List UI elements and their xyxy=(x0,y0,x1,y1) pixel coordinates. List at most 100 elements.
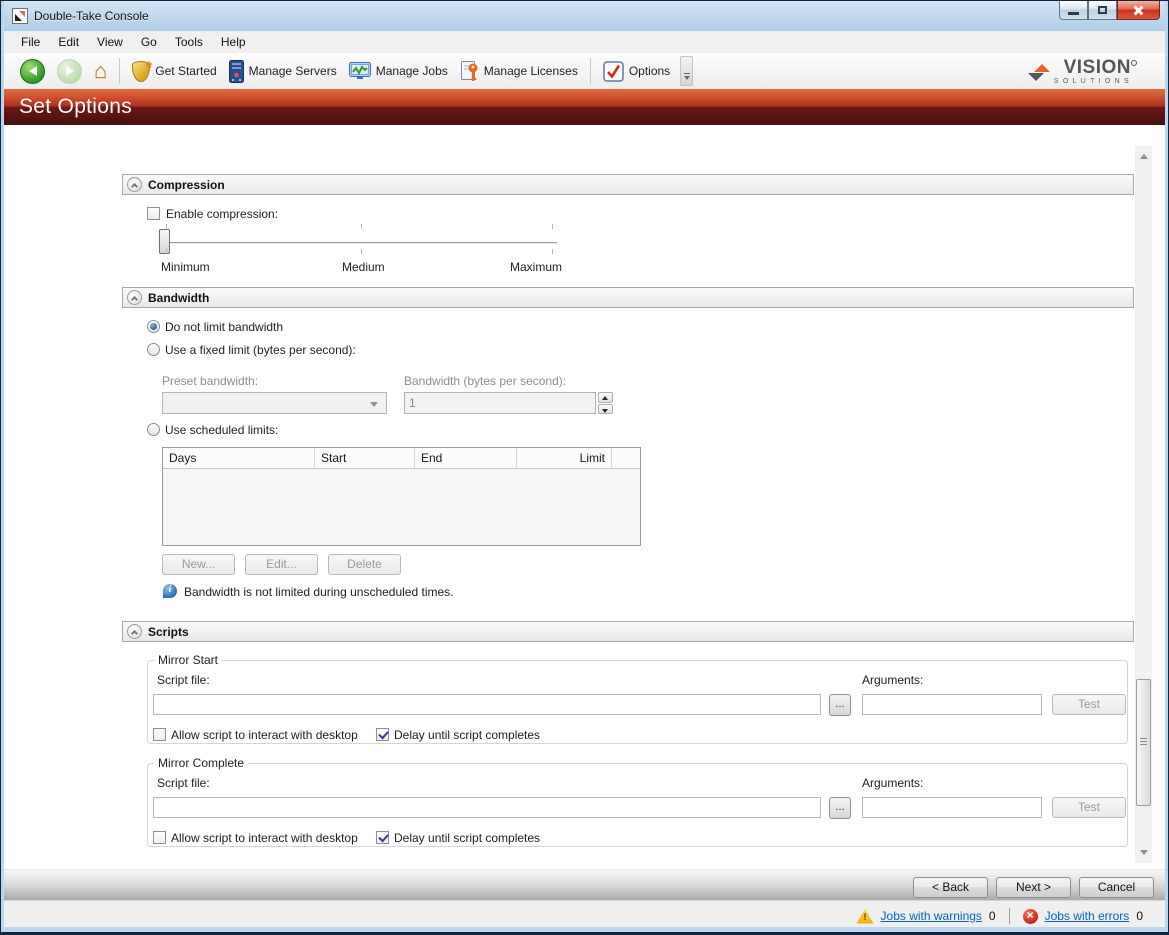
cancel-wizard-button[interactable]: Cancel xyxy=(1079,877,1154,898)
chevron-up-icon xyxy=(131,295,138,302)
toolbar-separator xyxy=(590,58,591,84)
get-started-button[interactable]: Get Started xyxy=(126,58,222,85)
menu-bar: File Edit View Go Tools Help xyxy=(4,31,1165,53)
next-wizard-button[interactable]: Next > xyxy=(996,877,1071,898)
home-icon: ⌂ xyxy=(94,60,107,82)
manage-licenses-button[interactable]: Manage Licenses xyxy=(454,57,584,86)
test-button[interactable]: Test xyxy=(1052,797,1126,818)
new-button[interactable]: New... xyxy=(162,554,235,575)
menu-go[interactable]: Go xyxy=(132,32,166,52)
allow-interact-label: Allow script to interact with desktop xyxy=(171,831,358,845)
mirror-complete-title: Mirror Complete xyxy=(154,756,248,770)
allow-interact-checkbox[interactable] xyxy=(153,831,166,844)
allow-interact-label: Allow script to interact with desktop xyxy=(171,728,358,742)
toolbar-separator xyxy=(119,58,120,84)
do-not-limit-radio[interactable] xyxy=(147,320,160,333)
enable-compression-label: Enable compression: xyxy=(166,207,278,221)
window-bottom-edge xyxy=(1,932,1168,934)
arguments-input[interactable] xyxy=(862,797,1042,818)
menu-tools[interactable]: Tools xyxy=(166,32,212,52)
collapse-bandwidth-button[interactable] xyxy=(127,290,142,305)
server-icon xyxy=(229,60,244,83)
vision-solutions-logo: VISION SOLUTIONS xyxy=(1028,59,1137,85)
allow-interact-checkbox[interactable] xyxy=(153,728,166,741)
column-end[interactable]: End xyxy=(415,448,517,468)
spin-up-icon[interactable] xyxy=(598,392,613,403)
test-button[interactable]: Test xyxy=(1052,694,1126,715)
menu-help[interactable]: Help xyxy=(212,32,255,52)
menu-view[interactable]: View xyxy=(88,32,132,52)
compression-slider-thumb[interactable] xyxy=(159,229,170,254)
column-start[interactable]: Start xyxy=(315,448,415,468)
title-bar[interactable]: Double-Take Console xyxy=(4,1,1165,31)
enable-compression-checkbox[interactable] xyxy=(147,207,160,220)
arguments-label: Arguments: xyxy=(862,673,923,687)
mirror-start-group: Mirror Start Script file: ... Arguments:… xyxy=(147,653,1128,744)
page-title: Set Options xyxy=(19,95,132,119)
slider-tick xyxy=(166,224,167,229)
home-button[interactable]: ⌂ xyxy=(88,57,113,85)
scrollbar-thumb[interactable] xyxy=(1136,679,1151,806)
browse-button[interactable]: ... xyxy=(829,797,851,819)
license-icon xyxy=(460,60,479,83)
scheduled-limits-table[interactable]: Days Start End Limit xyxy=(162,447,641,546)
jobs-with-errors-link[interactable]: Jobs with errors xyxy=(1045,909,1130,923)
vertical-scrollbar[interactable] xyxy=(1135,146,1152,863)
spin-down-icon[interactable] xyxy=(598,404,613,415)
menu-edit[interactable]: Edit xyxy=(49,32,88,52)
delay-checkbox[interactable] xyxy=(376,728,389,741)
forward-button[interactable] xyxy=(51,56,88,87)
script-file-input[interactable] xyxy=(153,797,821,818)
maximize-button[interactable] xyxy=(1088,1,1117,20)
jobs-with-warnings-link[interactable]: Jobs with warnings xyxy=(881,909,982,923)
script-file-input[interactable] xyxy=(153,694,821,715)
slider-label-maximum: Maximum xyxy=(510,260,562,274)
mirror-start-title: Mirror Start xyxy=(154,653,222,667)
column-extra xyxy=(612,448,640,468)
manage-servers-button[interactable]: Manage Servers xyxy=(223,57,343,86)
column-days[interactable]: Days xyxy=(163,448,315,468)
scroll-down-icon[interactable] xyxy=(1135,844,1152,861)
arguments-input[interactable] xyxy=(862,694,1042,715)
delete-button[interactable]: Delete xyxy=(328,554,401,575)
scroll-up-icon[interactable] xyxy=(1135,148,1152,165)
close-button[interactable] xyxy=(1117,1,1160,20)
back-button[interactable] xyxy=(14,56,51,87)
toolbar-overflow-button[interactable] xyxy=(680,56,693,86)
vision-logo-mark-icon xyxy=(1028,64,1050,81)
do-not-limit-label: Do not limit bandwidth xyxy=(165,320,283,334)
bandwidth-section-header[interactable]: Bandwidth xyxy=(122,287,1134,308)
column-limit[interactable]: Limit xyxy=(517,448,612,468)
slider-tick xyxy=(361,224,362,229)
slider-tick xyxy=(166,249,167,254)
browse-button[interactable]: ... xyxy=(829,694,851,716)
slider-tick xyxy=(552,224,553,229)
fixed-limit-radio[interactable] xyxy=(147,343,160,356)
manage-jobs-button[interactable]: Manage Jobs xyxy=(343,59,454,83)
menu-file[interactable]: File xyxy=(12,32,49,52)
bps-input[interactable] xyxy=(404,392,596,414)
options-button[interactable]: Options xyxy=(597,58,676,85)
collapse-scripts-button[interactable] xyxy=(127,624,142,639)
compression-slider-track[interactable] xyxy=(164,242,557,244)
double-take-console-window: Double-Take Console File Edit View Go To… xyxy=(4,1,1165,927)
preset-bandwidth-select[interactable] xyxy=(162,392,387,414)
collapse-compression-button[interactable] xyxy=(127,177,142,192)
scripts-section-header[interactable]: Scripts xyxy=(122,621,1134,642)
manage-jobs-label: Manage Jobs xyxy=(376,64,448,78)
compression-section-header[interactable]: Compression xyxy=(122,174,1134,195)
shield-icon xyxy=(132,61,150,82)
minimize-button[interactable] xyxy=(1059,1,1088,20)
close-icon xyxy=(1133,5,1144,16)
scheduled-limits-radio[interactable] xyxy=(147,423,160,436)
logo-name: VISION xyxy=(1064,59,1137,77)
bps-spinner[interactable] xyxy=(598,392,613,414)
warning-icon xyxy=(857,909,874,924)
logo-subtitle: SOLUTIONS xyxy=(1054,78,1137,85)
back-wizard-button[interactable]: < Back xyxy=(913,877,988,898)
edit-button[interactable]: Edit... xyxy=(245,554,318,575)
page-header: Set Options xyxy=(4,89,1165,125)
delay-checkbox[interactable] xyxy=(376,831,389,844)
status-separator xyxy=(1009,908,1010,924)
script-file-label: Script file: xyxy=(157,776,210,790)
